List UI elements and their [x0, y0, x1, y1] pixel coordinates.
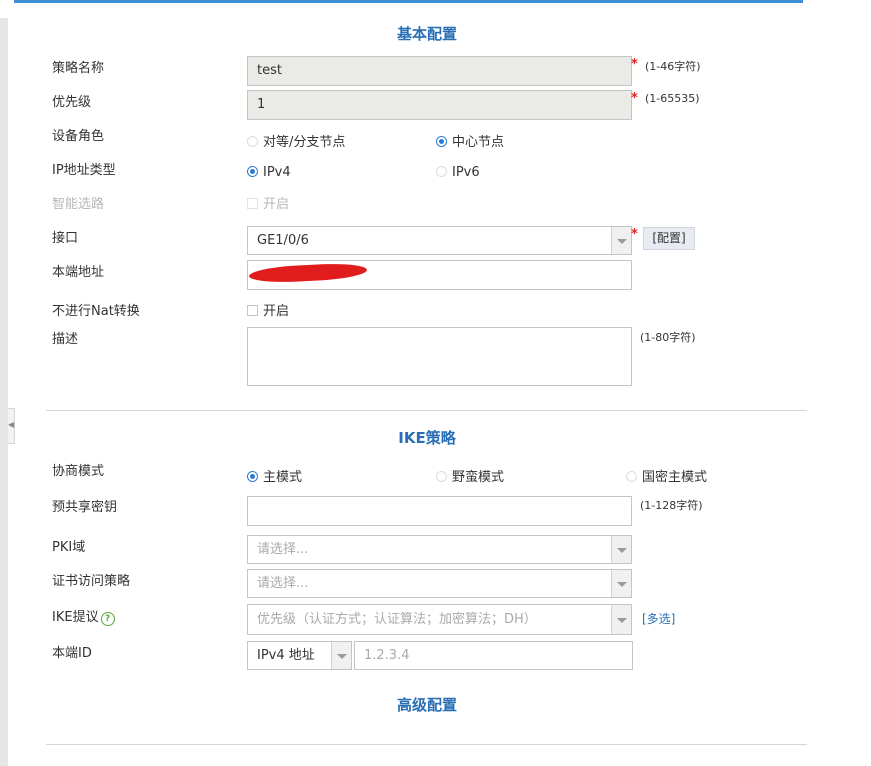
interface-select[interactable]: GE1/0/6: [247, 226, 632, 255]
negotiation-mode-option-sm[interactable]: 国密主模式: [626, 466, 707, 485]
radio-selected-icon: [436, 136, 447, 147]
ike-proposal-select[interactable]: 优先级（认证方式；认证算法；加密算法；DH）: [247, 604, 632, 635]
cert-policy-placeholder: 请选择...: [257, 576, 309, 591]
checkbox-icon: [247, 305, 258, 316]
device-role-label: 设备角色: [52, 129, 105, 144]
pki-domain-label: PKI域: [52, 540, 86, 555]
psk-hint: (1-128字符): [640, 499, 703, 512]
section-title-basic: 基本配置: [396, 25, 457, 43]
description-textarea[interactable]: [247, 327, 632, 386]
ike-proposal-placeholder: 优先级（认证方式；认证算法；加密算法；DH）: [257, 612, 537, 627]
smart-route-checkbox-label: 开启: [263, 197, 290, 212]
ike-proposal-multiselect-link[interactable]: [多选]: [642, 610, 675, 627]
local-address-label: 本端地址: [52, 265, 105, 280]
ip-type-option-label: IPv4: [263, 165, 291, 180]
device-role-option-center[interactable]: 中心节点: [436, 131, 504, 150]
no-nat-checkbox-label: 开启: [263, 304, 290, 319]
collapse-handle[interactable]: ◀: [8, 408, 15, 444]
device-role-option-label: 对等/分支节点: [263, 135, 346, 150]
chevron-down-icon[interactable]: [611, 227, 631, 254]
ike-proposal-label: IKE提议?: [52, 606, 115, 626]
description-hint: (1-80字符): [640, 331, 696, 344]
priority-label: 优先级: [52, 95, 92, 110]
policy-name-hint: (1-46字符): [645, 60, 701, 73]
chevron-down-icon[interactable]: [331, 642, 351, 669]
radio-icon: [436, 471, 447, 482]
local-id-type-value: IPv4 地址: [257, 648, 315, 663]
no-nat-label: 不进行Nat转换: [52, 304, 140, 319]
negotiation-mode-label: 协商模式: [52, 464, 105, 479]
ip-type-option-ipv4[interactable]: IPv4: [247, 165, 291, 180]
radio-icon: [436, 166, 447, 177]
no-nat-checkbox[interactable]: 开启: [247, 300, 289, 319]
smart-route-checkbox: 开启: [247, 193, 289, 212]
required-mark: *: [631, 57, 638, 72]
local-id-label: 本端ID: [52, 646, 92, 661]
chevron-down-icon[interactable]: [611, 536, 631, 563]
radio-selected-icon: [247, 166, 258, 177]
section-divider: [46, 744, 807, 745]
radio-selected-icon: [247, 471, 258, 482]
cert-policy-select[interactable]: 请选择...: [247, 569, 632, 598]
section-divider: [46, 410, 807, 411]
negotiation-mode-option-label: 主模式: [263, 470, 303, 485]
policy-name-label: 策略名称: [52, 61, 105, 76]
smart-route-label: 智能选路: [52, 197, 105, 212]
pki-domain-placeholder: 请选择...: [257, 542, 309, 557]
top-accent-bar: [14, 0, 803, 3]
ip-type-label: IP地址类型: [52, 163, 116, 178]
section-title-advanced: 高级配置: [396, 696, 457, 714]
interface-config-button[interactable]: [配置]: [643, 227, 695, 250]
policy-name-input[interactable]: test: [247, 56, 632, 86]
collapse-left-icon: ◀: [8, 420, 15, 429]
negotiation-mode-option-aggressive[interactable]: 野蛮模式: [436, 466, 504, 485]
device-role-option-label: 中心节点: [452, 135, 505, 150]
psk-label: 预共享密钥: [52, 500, 118, 515]
chevron-down-icon[interactable]: [611, 570, 631, 597]
radio-icon: [626, 471, 637, 482]
negotiation-mode-option-label: 国密主模式: [642, 470, 708, 485]
interface-label: 接口: [52, 231, 79, 246]
description-label: 描述: [52, 332, 79, 347]
ike-proposal-label-text: IKE提议: [52, 610, 99, 625]
priority-input[interactable]: 1: [247, 90, 632, 120]
priority-hint: (1-65535): [645, 92, 700, 105]
psk-input[interactable]: [247, 496, 632, 526]
cert-policy-label: 证书访问策略: [52, 574, 131, 589]
radio-icon: [247, 136, 258, 147]
negotiation-mode-option-label: 野蛮模式: [452, 470, 505, 485]
device-role-option-peer[interactable]: 对等/分支节点: [247, 131, 345, 150]
pki-domain-select[interactable]: 请选择...: [247, 535, 632, 564]
ip-type-option-label: IPv6: [452, 165, 480, 180]
local-id-type-select[interactable]: IPv4 地址: [247, 641, 352, 670]
ip-type-option-ipv6[interactable]: IPv6: [436, 165, 480, 180]
chevron-down-icon[interactable]: [611, 605, 631, 634]
help-circle-icon[interactable]: ?: [100, 612, 115, 626]
required-mark: *: [631, 227, 638, 242]
local-id-input[interactable]: 1.2.3.4: [354, 641, 633, 670]
checkbox-icon: [247, 198, 258, 209]
required-mark: *: [631, 91, 638, 106]
section-title-ike: IKE策略: [398, 429, 456, 447]
negotiation-mode-option-main[interactable]: 主模式: [247, 466, 302, 485]
interface-value: GE1/0/6: [257, 233, 309, 248]
left-splitter[interactable]: [0, 18, 8, 766]
